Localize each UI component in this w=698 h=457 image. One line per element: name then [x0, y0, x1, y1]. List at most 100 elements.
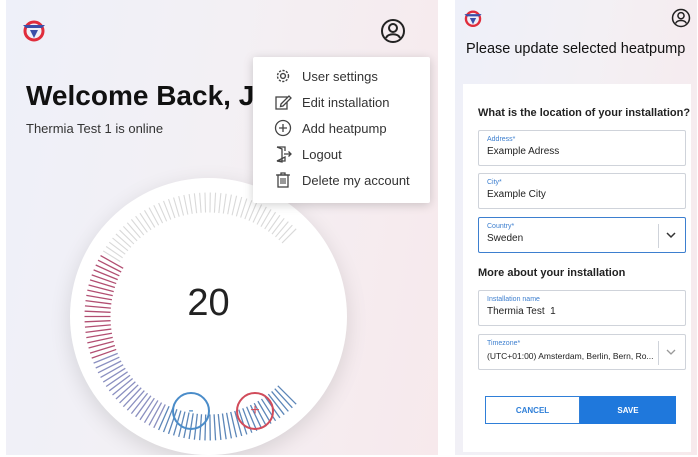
menu-item-edit-installation[interactable]: Edit installation	[253, 89, 430, 115]
more-heading: More about your installation	[478, 267, 626, 279]
dial-tick	[158, 405, 170, 431]
dial-tick	[221, 413, 227, 440]
dial-tick	[122, 225, 138, 242]
welcome-heading: Welcome Back, J	[26, 80, 255, 111]
dial-tick	[102, 250, 121, 262]
country-label: Country*	[487, 223, 515, 230]
temperature-value: 20	[187, 282, 230, 324]
dial-tick	[84, 324, 111, 328]
trash-icon	[272, 169, 294, 191]
menu-item-delete-account[interactable]: Delete my account	[253, 167, 430, 193]
select-divider	[658, 224, 659, 248]
dial-tick	[93, 269, 118, 281]
dial-tick	[119, 229, 135, 245]
increase-temperature-button[interactable]: +	[236, 392, 274, 430]
address-value: Example Adress	[487, 146, 560, 157]
dial-tick	[281, 228, 297, 244]
city-label: City*	[487, 179, 502, 186]
user-dropdown-menu: User settings Edit installation Add heat…	[253, 57, 430, 203]
user-circle-icon[interactable]	[380, 18, 406, 44]
dial-tick	[260, 209, 272, 227]
installation-name-label: Installation name	[487, 296, 540, 303]
save-button[interactable]: SAVE	[580, 396, 676, 424]
app-stage: Welcome Back, J Thermia Test 1 is online…	[0, 0, 698, 457]
gear-icon	[272, 65, 294, 87]
thermia-logo-icon[interactable]	[462, 7, 484, 29]
decrease-temperature-button[interactable]: -	[172, 392, 210, 430]
menu-item-label: Edit installation	[302, 94, 390, 110]
city-field[interactable]: City* Example City	[478, 173, 686, 209]
dial-tick	[271, 217, 285, 235]
dial-tick	[153, 404, 166, 429]
menu-item-add-heatpump[interactable]: Add heatpump	[253, 115, 430, 141]
dial-tick	[95, 356, 120, 369]
menu-item-label: Logout	[302, 146, 342, 162]
address-label: Address*	[487, 136, 516, 143]
page-title: Please update selected heatpump	[466, 41, 686, 57]
dial-tick	[199, 192, 202, 213]
dial-tick	[135, 215, 148, 233]
dial-tick	[231, 195, 238, 216]
edit-icon	[272, 91, 294, 113]
dial-tick	[100, 254, 124, 269]
thermia-logo-icon[interactable]	[20, 16, 48, 44]
timezone-label: Timezone*	[487, 340, 521, 347]
dial-tick	[264, 211, 277, 230]
dial-tick	[227, 194, 232, 215]
installation-form: What is the location of your installatio…	[463, 84, 691, 452]
installation-name-field[interactable]: Installation name Thermia Test 1	[478, 290, 686, 326]
timezone-value: (UTC+01:00) Amsterdam, Berlin, Bern, Ro.…	[487, 351, 654, 361]
dial-tick	[267, 214, 281, 232]
dial-tick	[108, 241, 126, 255]
dial-tick	[86, 332, 113, 339]
dial-tick	[112, 237, 129, 252]
dial-tick	[97, 259, 122, 273]
timezone-select[interactable]: Timezone* (UTC+01:00) Amsterdam, Berlin,…	[478, 334, 686, 370]
address-field[interactable]: Address* Example Adress	[478, 130, 686, 166]
chevron-down-icon[interactable]	[663, 344, 679, 360]
dial-tick	[143, 210, 156, 228]
dial-tick	[139, 212, 152, 231]
dial-tick	[97, 360, 122, 374]
dial-tick	[275, 221, 289, 238]
menu-item-label: User settings	[302, 68, 378, 84]
country-value: Sweden	[487, 233, 524, 244]
dial-tick	[218, 193, 222, 214]
home-screen: Welcome Back, J Thermia Test 1 is online…	[6, 0, 438, 455]
menu-item-user-settings[interactable]: User settings	[253, 63, 430, 89]
dial-tick	[95, 264, 120, 277]
dial-tick	[148, 207, 160, 226]
dial-tick	[126, 222, 141, 239]
dial-tick	[217, 413, 222, 440]
dial-tick	[105, 246, 123, 259]
dial-tick	[213, 414, 217, 441]
dial-tick	[256, 206, 267, 225]
dial-tick	[173, 197, 180, 217]
menu-item-logout[interactable]: Logout	[253, 141, 430, 167]
country-select[interactable]: Country* Sweden	[478, 217, 686, 253]
dial-tick	[93, 352, 118, 364]
dial-tick	[115, 233, 132, 248]
city-value: Example City	[487, 189, 546, 200]
dial-tick	[204, 192, 207, 213]
dial-tick	[193, 193, 198, 214]
dial-tick	[213, 192, 217, 213]
chevron-down-icon[interactable]	[663, 227, 679, 243]
dial-tick	[188, 193, 193, 214]
menu-item-label: Delete my account	[302, 172, 410, 188]
cancel-button[interactable]: CANCEL	[485, 396, 580, 424]
user-circle-icon[interactable]	[671, 8, 691, 28]
dial-tick	[225, 412, 233, 439]
menu-item-label: Add heatpump	[302, 120, 387, 136]
dial-tick	[183, 194, 189, 215]
location-heading: What is the location of your installatio…	[478, 107, 691, 119]
temperature-dial[interactable]: 20 - +	[70, 178, 347, 455]
installation-name-value: Thermia Test 1	[487, 306, 556, 317]
online-status: Thermia Test 1 is online	[26, 121, 164, 136]
dial-tick	[222, 193, 227, 214]
form-actions: CANCEL SAVE	[485, 396, 676, 424]
dial-tick	[278, 224, 293, 241]
edit-installation-screen: Please update selected heatpump What is …	[455, 0, 697, 455]
plus-circle-icon	[272, 117, 294, 139]
select-divider	[658, 341, 659, 365]
